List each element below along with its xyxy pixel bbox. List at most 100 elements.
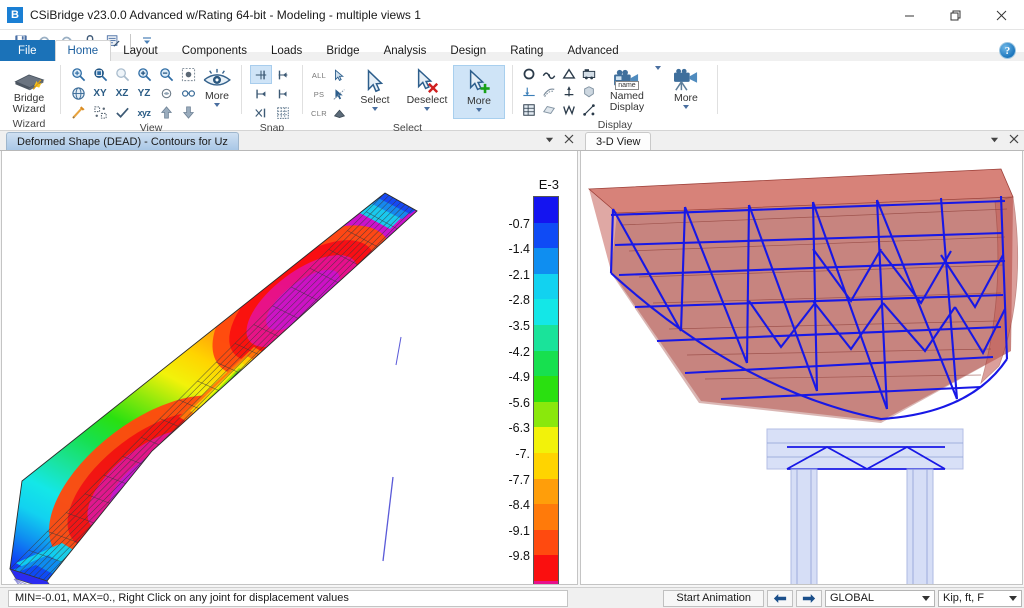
legend-band: -3.5 [534, 299, 558, 325]
restore-button[interactable] [932, 0, 978, 30]
snap-endpoint-icon[interactable] [272, 65, 294, 84]
show-undeformed-shape-icon[interactable] [519, 65, 539, 83]
right-pane-minimize-button[interactable] [988, 133, 1000, 145]
ribbon-tab-components[interactable]: Components [170, 40, 259, 61]
ribbon-tab-design[interactable]: Design [438, 40, 498, 61]
snap-point-icon[interactable] [250, 65, 272, 84]
ribbon-tab-analysis[interactable]: Analysis [372, 40, 439, 61]
show-deformed-shape-icon[interactable] [539, 65, 559, 83]
ribbon-group-display: name Named Display [515, 61, 715, 130]
tab-deformed-shape[interactable]: Deformed Shape (DEAD) - Contours for Uz [6, 132, 239, 150]
move-down-icon[interactable] [177, 103, 199, 122]
chevron-down-icon[interactable] [476, 108, 482, 112]
left-pane-minimize-button[interactable] [543, 133, 555, 145]
next-frame-arrow-icon[interactable] [796, 590, 822, 607]
chevron-down-icon[interactable] [1009, 596, 1017, 601]
close-button[interactable] [978, 0, 1024, 30]
perspective-icon[interactable] [155, 84, 177, 103]
prev-frame-arrow-icon[interactable] [767, 590, 793, 607]
minimize-button[interactable] [886, 0, 932, 30]
check-icon[interactable] [111, 103, 133, 122]
move-up-icon[interactable] [155, 103, 177, 122]
show-misc-icon[interactable] [579, 101, 599, 119]
glasses-icon[interactable] [177, 84, 199, 103]
show-bridge-object-icon[interactable] [559, 83, 579, 101]
ribbon-tab-loads[interactable]: Loads [259, 40, 314, 61]
legend-band [534, 555, 558, 581]
ribbon-group-divider [60, 65, 61, 114]
select-button[interactable]: Select [349, 65, 401, 119]
select-previous-icon[interactable] [329, 85, 349, 103]
snap-line-icon[interactable] [272, 84, 294, 103]
zoom-in-icon[interactable] [67, 65, 89, 84]
named-display-button[interactable]: name Named Display [599, 65, 655, 119]
legend-band: -1.4 [534, 223, 558, 249]
bridge-wizard-button[interactable]: Bridge Wizard [4, 65, 54, 115]
named-display-label-line2: Display [610, 102, 644, 113]
select-all-label: ALL [309, 71, 329, 80]
chevron-down-icon[interactable] [683, 105, 689, 109]
3d-view-icon[interactable] [67, 84, 89, 103]
zoom-previous-icon[interactable] [111, 65, 133, 84]
show-section-icon[interactable] [579, 83, 599, 101]
deformed-shape-canvas[interactable]: E-3 -0.7-1.4-2.1-2.8-3.5-4.2-4.9-5.6-6.3… [1, 151, 578, 585]
set-display-options-icon[interactable] [89, 103, 111, 122]
ribbon-tab-home[interactable]: Home [55, 40, 112, 61]
legend-tick-label: -4.9 [508, 370, 530, 384]
show-load-assigns-icon[interactable] [519, 83, 539, 101]
deformed-shape-plot [2, 151, 578, 585]
snap-midpoint-icon[interactable] [250, 84, 272, 103]
snap-grid-icon[interactable] [272, 103, 294, 122]
select-more-button[interactable]: More [453, 65, 505, 119]
chevron-down-icon[interactable] [372, 107, 378, 111]
legend-band: -9.8 [534, 530, 558, 556]
chevron-down-icon[interactable] [922, 596, 930, 601]
clear-selection-icon[interactable] [329, 104, 349, 122]
view-more-button[interactable]: More [199, 65, 235, 113]
zoom-box-icon[interactable] [89, 65, 111, 84]
show-forces-icon[interactable] [559, 65, 579, 83]
show-tables-icon[interactable] [519, 101, 539, 119]
help-icon[interactable]: ? [999, 42, 1016, 59]
show-response-icon[interactable] [579, 65, 599, 83]
ribbon-tab-bridge[interactable]: Bridge [314, 40, 371, 61]
chevron-down-icon[interactable] [424, 107, 430, 111]
view-icon-grid: XY XZ YZ [67, 65, 199, 122]
deselect-button[interactable]: Deselect [401, 65, 453, 119]
legend-tick-label: -3.5 [508, 319, 530, 333]
select-all-pointer-icon[interactable] [329, 66, 349, 84]
ribbon-group-wizard-label: Wizard [4, 117, 54, 130]
zoom-extents-icon[interactable] [133, 65, 155, 84]
deselect-pointer-icon [414, 68, 440, 94]
right-pane-close-button[interactable] [1008, 133, 1020, 145]
ribbon-tab-layout[interactable]: Layout [111, 40, 170, 61]
3d-view-canvas[interactable] [580, 151, 1023, 585]
coordinate-system-select[interactable]: GLOBAL [825, 590, 935, 607]
ribbon-group-view: XY XZ YZ [63, 61, 239, 130]
ribbon-group-select: ALL PS CLR [305, 61, 510, 130]
ribbon-tab-file[interactable]: File [0, 40, 55, 61]
ribbon-tab-advanced[interactable]: Advanced [555, 40, 630, 61]
start-animation-button[interactable]: Start Animation [663, 590, 764, 607]
legend-band: -5.6 [534, 376, 558, 402]
zoom-out-icon[interactable] [155, 65, 177, 84]
show-misc-assigns-icon[interactable] [539, 83, 559, 101]
rubber-band-zoom-icon[interactable] [177, 65, 199, 84]
tab-3d-view[interactable]: 3-D View [585, 132, 651, 150]
xz-view-icon[interactable]: XZ [111, 84, 133, 103]
snap-intersection-icon[interactable] [250, 103, 272, 122]
left-pane-close-button[interactable] [563, 133, 575, 145]
units-select[interactable]: Kip, ft, F [938, 590, 1022, 607]
ribbon-tab-rating[interactable]: Rating [498, 40, 555, 61]
xy-view-icon[interactable]: XY [89, 84, 111, 103]
legend-band: -4.9 [534, 351, 558, 377]
chevron-down-icon[interactable] [214, 103, 220, 107]
yz-view-icon[interactable]: YZ [133, 84, 155, 103]
status-bar: MIN=-0.01, MAX=0., Right Click on any jo… [0, 587, 1024, 608]
pan-icon[interactable] [67, 103, 89, 122]
legend-band: -9.1 [534, 504, 558, 530]
axes-icon[interactable]: xyz [133, 103, 155, 122]
show-influence-icon[interactable] [559, 101, 579, 119]
display-more-button[interactable]: More [661, 65, 711, 119]
show-pattern-icon[interactable] [539, 101, 559, 119]
